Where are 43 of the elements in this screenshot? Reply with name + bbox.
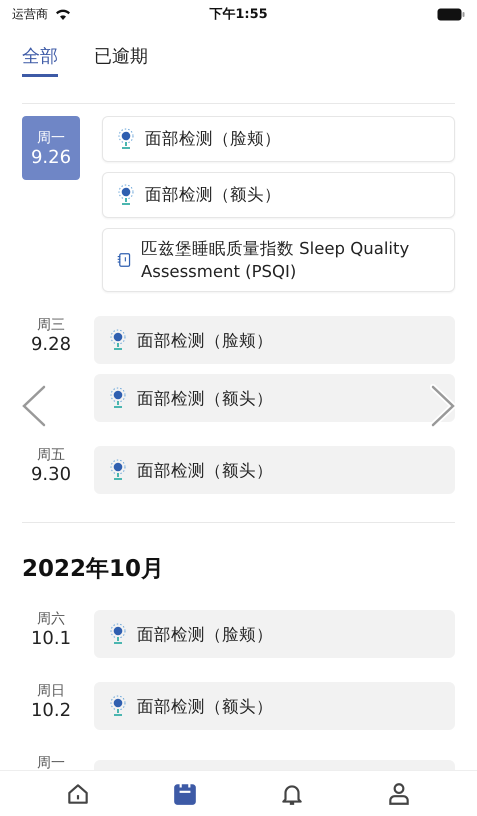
month-heading: 2022年10月: [21, 555, 166, 584]
weekday-label: 周三: [37, 316, 65, 334]
weekday-label: 周五: [37, 446, 65, 464]
scanner-icon: [117, 184, 135, 206]
clock-time: 下午1:55: [208, 6, 269, 23]
task-card[interactable]: 面部检测（额头）: [94, 682, 455, 730]
battery-icon: [437, 8, 465, 20]
wifi-icon: [54, 7, 72, 21]
date-label: 9.28: [30, 334, 72, 356]
weekday-label: 周一: [37, 128, 65, 146]
date-label: 9.26: [30, 146, 72, 168]
task-title: 面部检测（额头）: [137, 460, 273, 482]
weekday-label: 周一: [37, 754, 65, 770]
task-title: 面部检测（脸颊）: [137, 330, 273, 352]
task-title: 面部检测（额头）: [145, 184, 281, 206]
scanner-icon: [109, 329, 127, 352]
calendar-icon[interactable]: [172, 781, 198, 807]
weekday-label: 周日: [37, 682, 65, 700]
scanner-icon: [109, 387, 127, 410]
task-title: 面部检测（脸颊）: [145, 128, 281, 150]
task-card[interactable]: 面部检测（额头）: [94, 446, 455, 494]
date-label: 10.1: [30, 628, 72, 650]
filter-tab[interactable]: 全部: [22, 44, 58, 77]
scanner-icon: [109, 623, 127, 646]
task-card[interactable]: 面部检测（脸颊）: [94, 316, 455, 364]
date-label: 9.30: [30, 464, 72, 486]
task-title: 面部检测（脸颊）: [137, 624, 273, 646]
task-card[interactable]: 面部检测（额头）: [94, 374, 455, 422]
task-card[interactable]: 面部检测（额头）: [102, 172, 455, 218]
scanner-icon: [117, 128, 135, 150]
task-card[interactable]: 面部检测（脸颊）: [102, 116, 455, 162]
task-title: 面部检测（额头）: [137, 388, 273, 410]
date-badge[interactable]: 周一 9.26: [22, 116, 80, 180]
scanner-icon: [109, 459, 127, 482]
weekday-label: 周六: [37, 610, 65, 628]
task-title: 面部检测（额头）: [137, 696, 273, 718]
task-card[interactable]: 匹兹堡睡眠质量指数 Sleep Quality Assessment (PSQI): [102, 228, 455, 292]
carrier-label: 运营商: [12, 6, 48, 22]
date-label: 10.2: [30, 700, 72, 722]
filter-tab[interactable]: 已逾期: [94, 44, 148, 77]
task-card[interactable]: 面部检测（脸颊）: [94, 610, 455, 658]
task-title: 匹兹堡睡眠质量指数 Sleep Quality Assessment (PSQI): [140, 238, 410, 284]
scanner-icon: [109, 695, 127, 718]
